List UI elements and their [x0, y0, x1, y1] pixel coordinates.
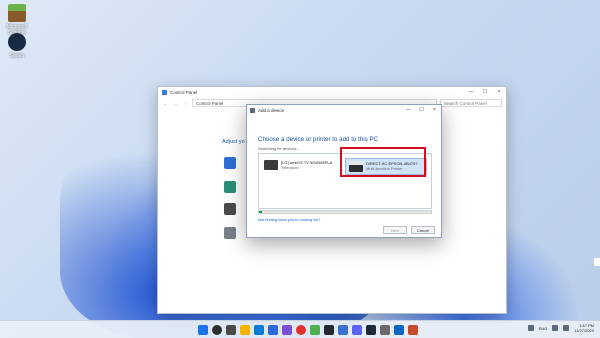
- device-type: Television: [281, 165, 299, 170]
- television-icon: [264, 160, 278, 170]
- taskbar: ENG 1:47 PM 11/27/2023: [0, 320, 600, 338]
- store-icon[interactable]: [268, 325, 278, 335]
- minecraft-icon: [8, 4, 26, 22]
- add-device-icon: [250, 107, 255, 113]
- app-icon[interactable]: [282, 325, 292, 335]
- volume-icon[interactable]: [563, 325, 570, 331]
- taskbar-apps: [198, 325, 418, 335]
- hardware-sound-icon[interactable]: [224, 203, 236, 215]
- app-icon-red[interactable]: [408, 325, 418, 335]
- desktop-icon-label: Steam: [9, 53, 25, 59]
- search-status: Searching for devices...: [258, 146, 300, 151]
- minimize-button[interactable]: —: [464, 89, 478, 95]
- search-icon[interactable]: [212, 325, 222, 335]
- dialog-buttons: Next Cancel: [383, 226, 435, 234]
- control-panel-taskbar-icon[interactable]: [338, 325, 348, 335]
- page-title: Adjust yo: [222, 139, 245, 145]
- app-icon-blue[interactable]: [394, 325, 404, 335]
- network-icon[interactable]: [224, 181, 236, 193]
- desktop-icon-minecraft[interactable]: Microsoft Solitaire: [0, 4, 34, 36]
- control-panel-titlebar: Control Panel — ☐ ×: [158, 87, 506, 97]
- search-placeholder: Search Control Panel: [444, 100, 487, 106]
- dialog-titlebar: Add a device — ☐ ×: [247, 105, 441, 115]
- clock[interactable]: 1:47 PM 11/27/2023: [574, 323, 594, 333]
- task-view-icon[interactable]: [226, 325, 236, 335]
- forward-arrow-icon[interactable]: →: [172, 101, 179, 106]
- app-icon-green[interactable]: [310, 325, 320, 335]
- system-tray: ENG 1:47 PM 11/27/2023: [527, 323, 594, 333]
- start-icon[interactable]: [198, 325, 208, 335]
- chevron-up-icon[interactable]: [527, 325, 534, 331]
- date: 11/27/2023: [574, 328, 594, 333]
- close-button[interactable]: ×: [492, 89, 506, 95]
- language-indicator[interactable]: ENG: [539, 326, 548, 331]
- programs-icon[interactable]: [224, 227, 236, 239]
- discord-icon[interactable]: [352, 325, 362, 335]
- search-input[interactable]: Search Control Panel: [440, 99, 502, 107]
- dialog-title: Add a device: [258, 107, 285, 113]
- highlight-annotation: [340, 147, 426, 177]
- dialog-heading: Choose a device or printer to add to thi…: [258, 136, 379, 143]
- desktop-icon-steam[interactable]: Steam: [0, 33, 34, 59]
- dialog-minimize-button[interactable]: —: [402, 107, 415, 113]
- wifi-icon[interactable]: [552, 325, 559, 331]
- window-title: Control Panel: [170, 89, 198, 95]
- side-handle: [594, 258, 600, 266]
- edge-icon[interactable]: [254, 325, 264, 335]
- progress-fill: [259, 211, 263, 213]
- cancel-button[interactable]: Cancel: [411, 226, 435, 234]
- search-progress-bar: [258, 210, 432, 214]
- not-finding-link[interactable]: Not finding what you're looking for?: [258, 217, 320, 222]
- system-security-icon[interactable]: [224, 157, 236, 169]
- up-arrow-icon[interactable]: ↑: [182, 101, 189, 106]
- device-item-tv[interactable]: [LG] webOS TV 50UN85PLA Television: [264, 160, 332, 170]
- back-arrow-icon[interactable]: ←: [162, 101, 169, 106]
- dialog-maximize-button[interactable]: ☐: [415, 107, 428, 113]
- maximize-button[interactable]: ☐: [478, 89, 492, 95]
- steam-taskbar-icon[interactable]: [366, 325, 376, 335]
- steam-icon: [8, 33, 26, 51]
- app-icon-dark[interactable]: [324, 325, 334, 335]
- opera-icon[interactable]: [296, 325, 306, 335]
- file-explorer-icon[interactable]: [240, 325, 250, 335]
- breadcrumb: Control Panel: [196, 100, 224, 106]
- settings-icon[interactable]: [380, 325, 390, 335]
- next-button[interactable]: Next: [383, 226, 407, 234]
- dialog-close-button[interactable]: ×: [428, 107, 441, 113]
- control-panel-icon: [162, 89, 167, 95]
